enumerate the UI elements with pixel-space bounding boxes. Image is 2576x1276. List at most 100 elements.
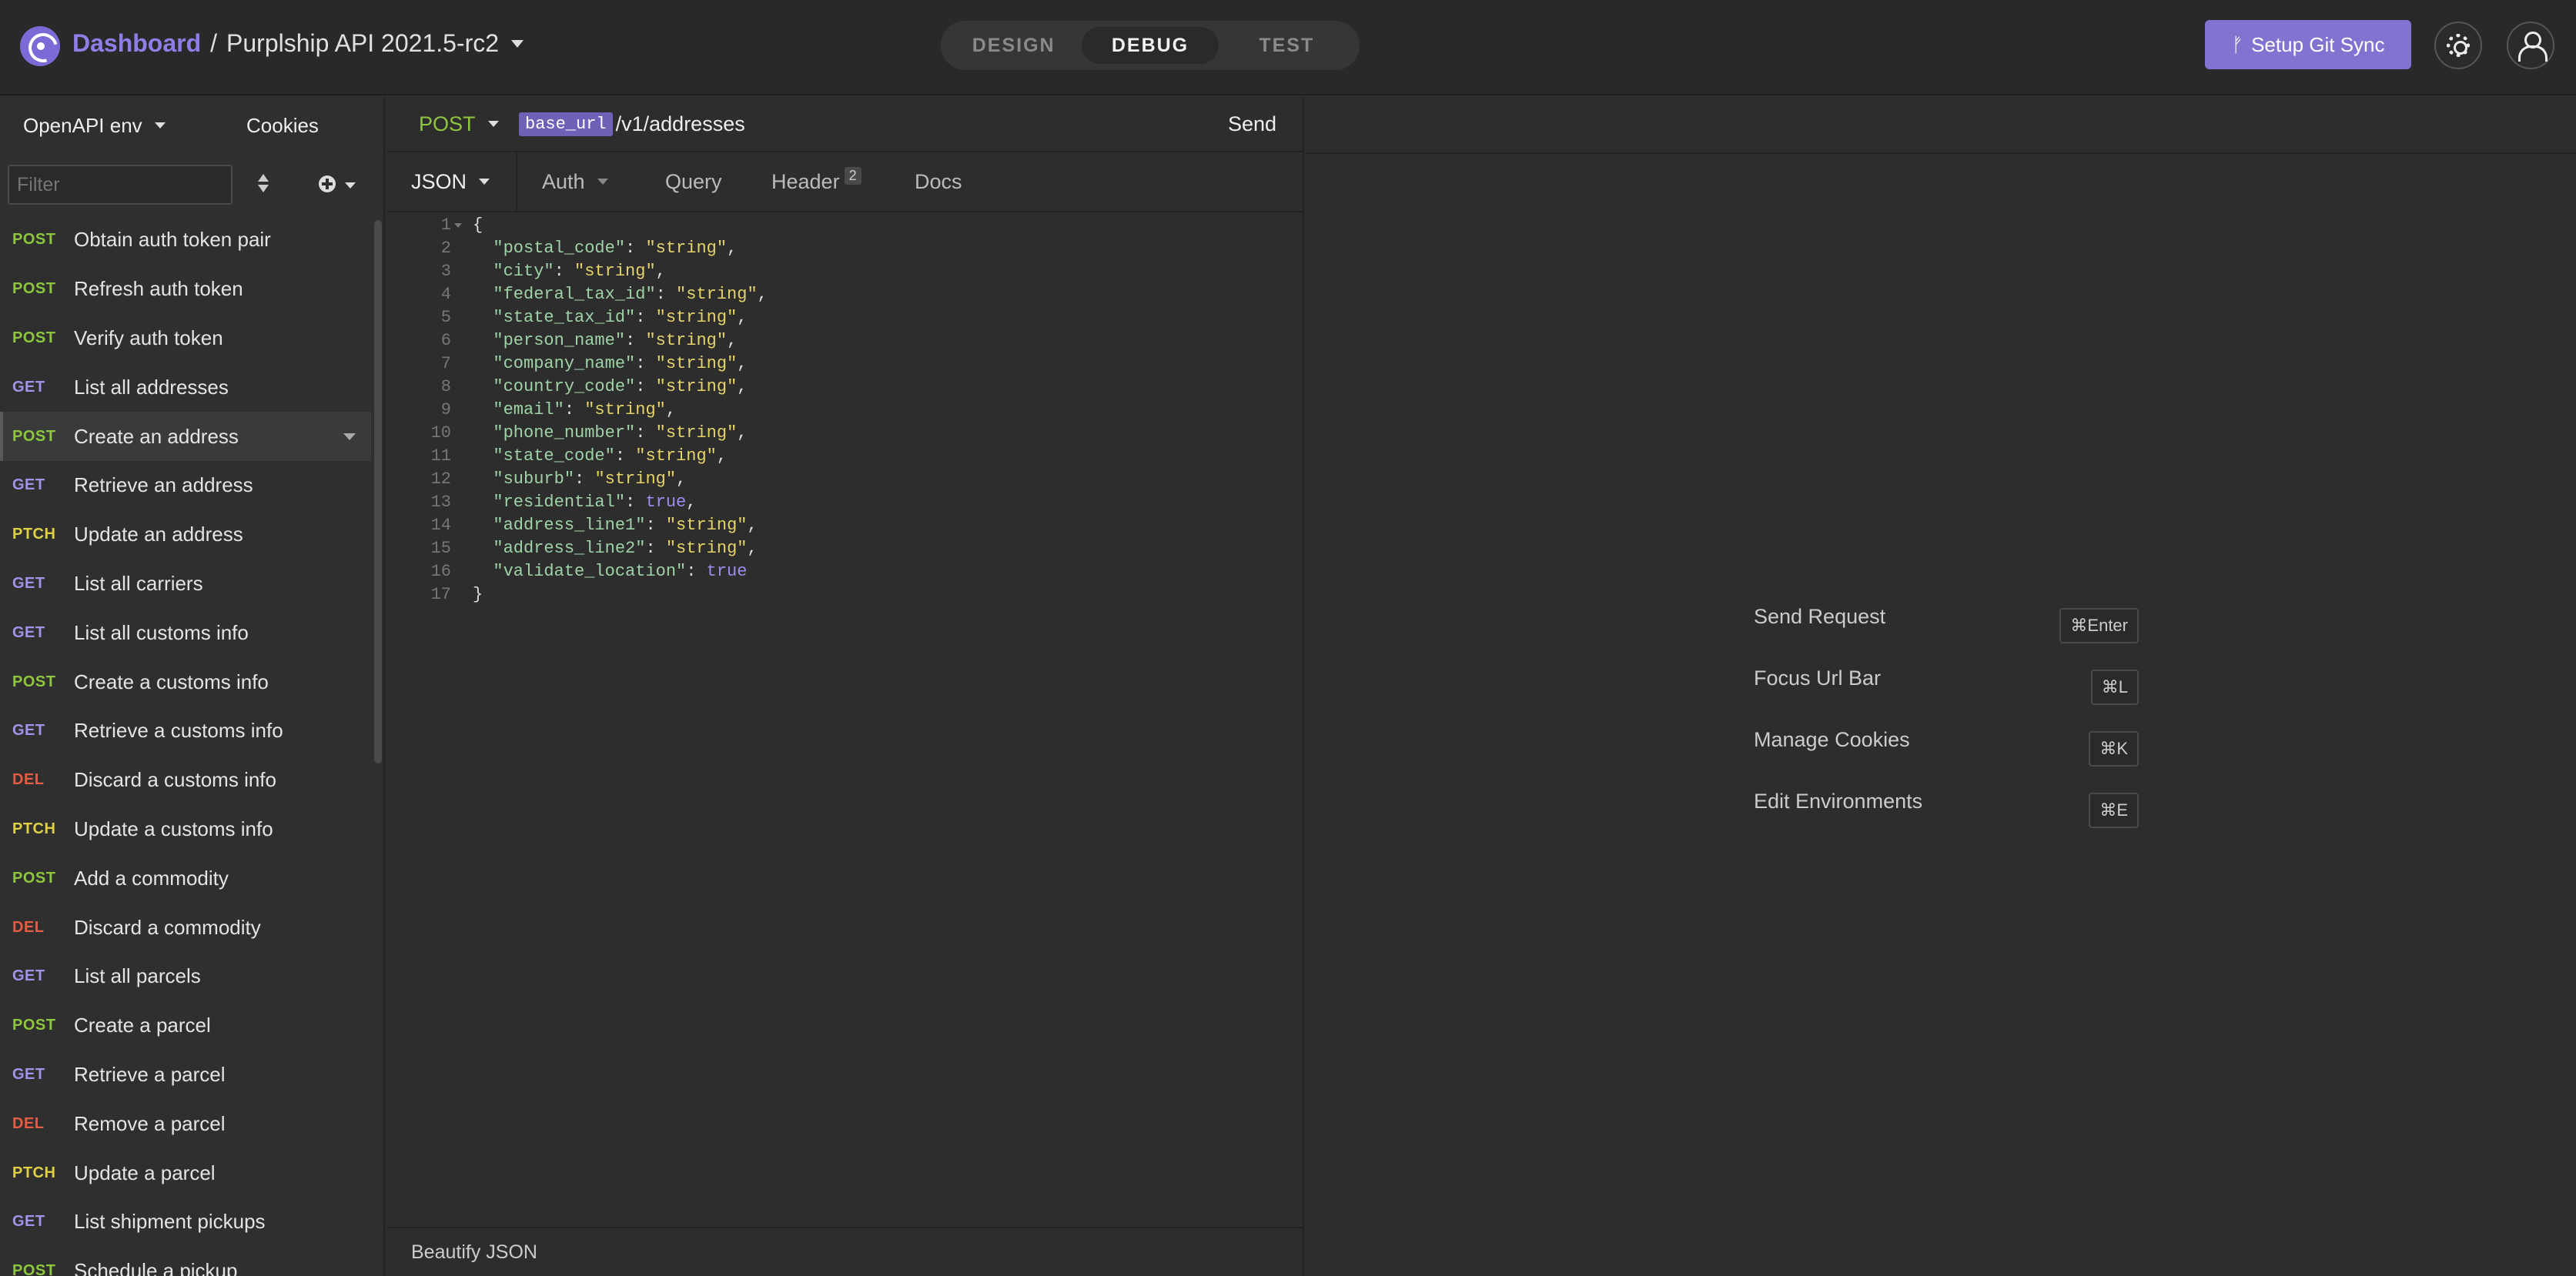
sidebar-request-item[interactable]: DEL Discard a customs info bbox=[0, 756, 371, 805]
shortcut-key: ⌘K bbox=[2089, 731, 2139, 767]
tab-auth-label: Auth bbox=[542, 169, 585, 193]
request-name: List all parcels bbox=[74, 964, 201, 988]
request-name: Refresh auth token bbox=[74, 277, 243, 301]
request-pane: POST base_url /v1/addresses Send JSON Au… bbox=[386, 97, 1304, 1276]
sidebar-request-item[interactable]: DEL Discard a commodity bbox=[0, 903, 371, 952]
line-number: 2 bbox=[440, 239, 451, 258]
code-line: 17} bbox=[386, 583, 1303, 606]
sidebar-request-item[interactable]: DEL Remove a parcel bbox=[0, 1099, 371, 1148]
tab-design[interactable]: DESIGN bbox=[945, 27, 1082, 64]
code-line: 10 "phone_number": "string", bbox=[386, 422, 1303, 445]
settings-button[interactable] bbox=[2434, 22, 2482, 69]
code-text: { bbox=[473, 215, 483, 235]
code-text: "residential": true, bbox=[493, 493, 697, 512]
sidebar-request-item[interactable]: POST Schedule a pickup bbox=[0, 1247, 371, 1276]
project-menu-chevron-icon[interactable] bbox=[511, 39, 524, 48]
fold-chevron-icon[interactable] bbox=[454, 223, 462, 228]
line-number: 14 bbox=[430, 516, 451, 535]
sidebar-request-item[interactable]: GET Retrieve a parcel bbox=[0, 1051, 371, 1100]
request-name: Discard a commodity bbox=[74, 915, 261, 939]
request-method-badge: PTCH bbox=[12, 820, 56, 837]
request-name: Remove a parcel bbox=[74, 1111, 226, 1135]
request-name: Create a customs info bbox=[74, 670, 269, 693]
setup-git-sync-label: Setup Git Sync bbox=[2251, 32, 2385, 56]
response-header bbox=[1306, 97, 2576, 154]
request-name: Verify auth token bbox=[74, 326, 223, 349]
line-number: 13 bbox=[430, 493, 451, 512]
environment-selector[interactable]: OpenAPI env bbox=[23, 114, 166, 138]
project-name[interactable]: Purplship API 2021.5-rc2 bbox=[226, 29, 499, 58]
filter-input[interactable] bbox=[8, 165, 233, 205]
request-name: Add a commodity bbox=[74, 866, 229, 890]
tab-debug[interactable]: DEBUG bbox=[1082, 27, 1219, 64]
sidebar-request-item[interactable]: GET List shipment pickups bbox=[0, 1198, 371, 1247]
request-method-badge: GET bbox=[12, 476, 45, 494]
tab-docs[interactable]: Docs bbox=[915, 170, 962, 194]
shortcut-hint: Focus Url Bar ⌘L bbox=[1754, 666, 2139, 728]
send-button[interactable]: Send bbox=[1228, 112, 1276, 136]
request-name: List all customs info bbox=[74, 620, 249, 644]
sidebar-request-item[interactable]: GET List all parcels bbox=[0, 952, 371, 1001]
request-name: Update a parcel bbox=[74, 1161, 216, 1184]
sidebar-request-item[interactable]: POST Refresh auth token bbox=[0, 265, 371, 314]
request-method-badge: DEL bbox=[12, 771, 45, 789]
setup-git-sync-button[interactable]: ᚠ Setup Git Sync bbox=[2205, 20, 2411, 69]
request-name: List all carriers bbox=[74, 571, 203, 595]
sidebar-request-item[interactable]: GET List all customs info bbox=[0, 608, 371, 657]
sidebar-request-item[interactable]: GET List all carriers bbox=[0, 560, 371, 609]
chevron-down-icon bbox=[154, 122, 166, 129]
shortcut-label: Send Request bbox=[1754, 605, 1886, 628]
sidebar-request-item[interactable]: PTCH Update a customs info bbox=[0, 805, 371, 854]
sidebar-request-item[interactable]: GET List all addresses bbox=[0, 362, 371, 412]
sidebar-request-item[interactable]: PTCH Update an address bbox=[0, 510, 371, 560]
top-bar: Dashboard / Purplship API 2021.5-rc2 DES… bbox=[0, 0, 2576, 95]
sidebar-request-item[interactable]: POST Obtain auth token pair bbox=[0, 215, 371, 265]
sidebar-scrollbar[interactable] bbox=[374, 220, 382, 763]
request-actions-chevron-icon[interactable] bbox=[343, 433, 356, 441]
sort-icon[interactable] bbox=[257, 174, 269, 195]
request-method-badge: GET bbox=[12, 574, 45, 592]
request-name: Schedule a pickup bbox=[74, 1259, 238, 1276]
request-method-badge: POST bbox=[12, 427, 56, 445]
sidebar-request-item[interactable]: POST Create a customs info bbox=[0, 657, 371, 706]
sidebar-request-item[interactable]: GET Retrieve an address bbox=[0, 461, 371, 510]
line-number: 7 bbox=[440, 354, 451, 373]
request-method-badge: GET bbox=[12, 967, 45, 985]
editor-footer: Beautify JSON bbox=[386, 1227, 1304, 1276]
env-variable-tag[interactable]: base_url bbox=[519, 112, 613, 136]
request-tabs: JSON Auth Query Header 2 Docs bbox=[386, 152, 1303, 212]
tab-body-json[interactable]: JSON bbox=[411, 170, 490, 194]
json-body-editor[interactable]: 1{2 "postal_code": "string", 3 "city": "s… bbox=[386, 214, 1303, 606]
beautify-json-button[interactable]: Beautify JSON bbox=[411, 1241, 537, 1264]
sidebar-request-item[interactable]: POST Create an address bbox=[0, 412, 371, 461]
request-method-badge: GET bbox=[12, 1065, 45, 1083]
tab-query[interactable]: Query bbox=[665, 170, 722, 194]
request-method-badge: POST bbox=[12, 231, 56, 249]
sidebar-request-item[interactable]: GET Retrieve a customs info bbox=[0, 706, 371, 756]
add-icon[interactable] bbox=[319, 175, 336, 192]
sidebar-request-item[interactable]: PTCH Update a parcel bbox=[0, 1148, 371, 1198]
account-button[interactable] bbox=[2507, 22, 2554, 69]
request-name: Retrieve an address bbox=[74, 473, 253, 497]
sidebar-request-item[interactable]: POST Verify auth token bbox=[0, 314, 371, 363]
url-input[interactable]: base_url /v1/addresses bbox=[519, 112, 745, 136]
sidebar: OpenAPI env Cookies POST Obtain auth toke… bbox=[0, 97, 385, 1276]
sidebar-request-item[interactable]: POST Create a parcel bbox=[0, 1001, 371, 1051]
tab-auth[interactable]: Auth bbox=[542, 170, 608, 194]
app-logo-icon[interactable] bbox=[20, 26, 60, 66]
breadcrumb-separator: / bbox=[210, 29, 218, 57]
tab-test[interactable]: TEST bbox=[1219, 27, 1355, 64]
method-label: POST bbox=[419, 112, 476, 135]
breadcrumb: Dashboard / Purplship API 2021.5-rc2 bbox=[72, 29, 524, 58]
shortcut-hint: Manage Cookies ⌘K bbox=[1754, 728, 2139, 790]
line-number: 17 bbox=[430, 585, 451, 604]
tab-header[interactable]: Header 2 bbox=[771, 166, 861, 194]
tab-divider bbox=[516, 152, 517, 212]
line-number: 8 bbox=[440, 377, 451, 396]
method-selector[interactable]: POST bbox=[419, 112, 499, 136]
breadcrumb-dashboard-link[interactable]: Dashboard bbox=[72, 29, 201, 58]
sidebar-request-item[interactable]: POST Add a commodity bbox=[0, 853, 371, 903]
cookies-button[interactable]: Cookies bbox=[246, 114, 319, 138]
add-menu-chevron-icon[interactable] bbox=[345, 182, 356, 189]
code-line: 9 "email": "string", bbox=[386, 399, 1303, 422]
